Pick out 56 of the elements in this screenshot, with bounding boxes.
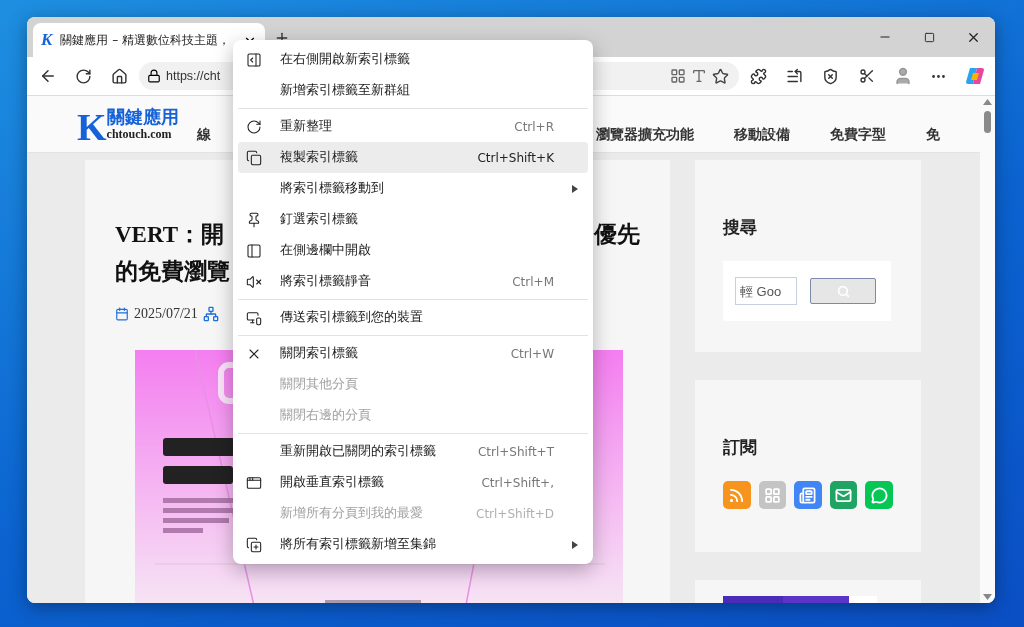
search-field[interactable]: 輕 Goo xyxy=(735,277,797,305)
article-title: VERT：開 xyxy=(115,221,225,249)
calendar-icon xyxy=(115,307,129,321)
scrollbar-thumb[interactable] xyxy=(984,111,991,133)
menu-item[interactable]: 將索引標籤靜音 Ctrl+M xyxy=(238,266,588,297)
scissors-icon[interactable] xyxy=(858,68,875,84)
grid-icon[interactable] xyxy=(670,68,686,84)
category-icon xyxy=(202,306,219,322)
url-text: https://cht xyxy=(166,69,222,83)
browser-tab[interactable]: K 關鍵應用 – 精選數位科技主題， xyxy=(33,23,265,57)
menu-item-icon xyxy=(246,149,262,166)
menu-item[interactable]: 新增索引標籤至新群組 xyxy=(238,75,588,106)
menu-item-icon xyxy=(246,51,262,68)
post-date: 2025/07/21 xyxy=(134,306,198,322)
menu-item[interactable]: 重新開啟已關閉的索引標籤 Ctrl+Shift+T xyxy=(238,436,588,467)
feed-icon[interactable] xyxy=(794,481,822,509)
menu-item-icon xyxy=(246,273,262,290)
lock-icon[interactable] xyxy=(147,69,161,83)
nav-link[interactable]: 瀏覽器擴充功能 xyxy=(595,126,694,144)
widget-heading: 訂閱 xyxy=(723,436,758,459)
menu-item-icon xyxy=(246,536,262,553)
scroll-up-icon[interactable] xyxy=(983,99,992,105)
menu-item[interactable]: 重新整理 Ctrl+R xyxy=(238,111,588,142)
home-icon[interactable] xyxy=(111,67,128,85)
tab-title: 關鍵應用 – 精選數位科技主題， xyxy=(60,31,231,49)
widget-heading: 搜尋 xyxy=(723,216,758,239)
menu-item-icon xyxy=(246,118,262,135)
menu-item-icon xyxy=(246,242,262,259)
article-title: 優先 xyxy=(594,221,640,249)
menu-item[interactable]: 釘選索引標籤 xyxy=(238,204,588,235)
nav-link[interactable]: 線 xyxy=(196,126,211,144)
menu-item[interactable]: 傳送索引標籤到您的裝置 xyxy=(238,302,588,333)
maximize-icon[interactable] xyxy=(923,31,935,43)
menu-item[interactable]: 複製索引標籤 Ctrl+Shift+K xyxy=(238,142,588,173)
menu-item[interactable]: 開啟垂直索引標籤 Ctrl+Shift+, xyxy=(238,467,588,498)
nav-link[interactable]: 免費字型 xyxy=(829,126,886,144)
star-icon[interactable] xyxy=(712,67,729,85)
search-icon xyxy=(836,284,850,298)
shield-icon[interactable] xyxy=(822,67,839,85)
menu-item[interactable]: 在側邊欄中開啟 xyxy=(238,235,588,266)
puzzle-icon[interactable] xyxy=(750,67,767,85)
favicon: K xyxy=(41,30,53,50)
menu-item-icon xyxy=(246,309,262,326)
nav-link[interactable]: 移動設備 xyxy=(733,126,790,144)
menu-item[interactable]: 關閉索引標籤 Ctrl+W xyxy=(238,338,588,369)
scroll-down-icon[interactable] xyxy=(983,594,992,600)
menu-item[interactable]: 將所有索引標籤新增至集錦 xyxy=(238,529,588,560)
copilot-icon[interactable] xyxy=(963,65,986,87)
menu-item-icon xyxy=(246,474,262,491)
nav-link[interactable]: 免 xyxy=(925,126,940,144)
feed-icon[interactable] xyxy=(829,481,858,509)
menu-item[interactable]: 將索引標籤移動到 xyxy=(238,173,588,204)
refresh-icon[interactable] xyxy=(75,67,92,85)
search-button[interactable] xyxy=(810,278,876,304)
article-title: 的免費瀏覽 xyxy=(115,258,230,286)
menu-item-icon xyxy=(246,211,262,228)
